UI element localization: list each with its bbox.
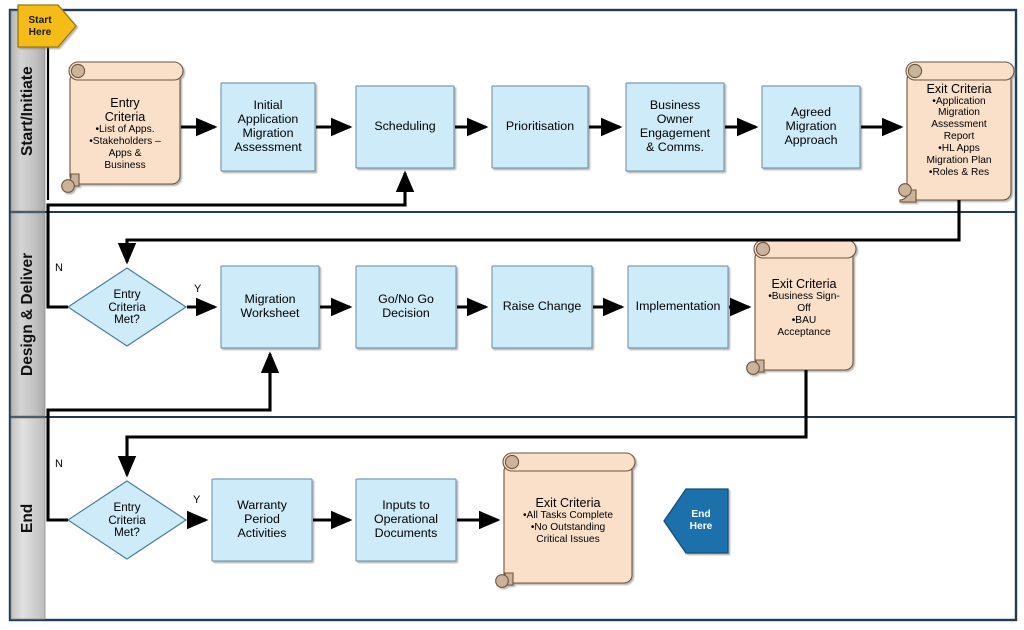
migration-worksheet-shape[interactable] bbox=[220, 265, 320, 349]
lane-header-design-deliver bbox=[10, 212, 46, 417]
decision-2-no-label: N bbox=[55, 458, 63, 470]
flowchart-svg bbox=[8, 4, 1018, 622]
flowchart-canvas: Start/Initiate Design & Deliver End Star… bbox=[0, 0, 1024, 630]
decision-2-yes-label: Y bbox=[193, 494, 201, 506]
exit-criteria-scroll-3-shape bbox=[495, 452, 636, 588]
initial-application-migration-assessment-shape[interactable] bbox=[220, 82, 316, 172]
exit-criteria-scroll-2-shape bbox=[746, 239, 857, 375]
lane-header-end bbox=[10, 417, 46, 620]
decision-1-yes-label: Y bbox=[194, 283, 202, 295]
exit-criteria-scroll-1-shape bbox=[898, 61, 1015, 203]
inputs-to-operational-documents-shape[interactable] bbox=[355, 478, 457, 562]
decision-1-no-label: N bbox=[55, 262, 63, 274]
implementation-shape[interactable] bbox=[627, 265, 729, 349]
raise-change-shape[interactable] bbox=[491, 265, 593, 349]
agreed-migration-approach-shape[interactable] bbox=[761, 85, 861, 169]
prioritisation-shape[interactable] bbox=[491, 85, 589, 169]
warranty-period-activities-shape[interactable] bbox=[211, 478, 313, 562]
go-no-go-decision-shape[interactable] bbox=[355, 265, 457, 349]
business-owner-engagement-comms-shape[interactable] bbox=[625, 82, 725, 172]
entry-criteria-scroll-shape bbox=[61, 61, 184, 193]
scheduling-shape[interactable] bbox=[355, 85, 455, 169]
